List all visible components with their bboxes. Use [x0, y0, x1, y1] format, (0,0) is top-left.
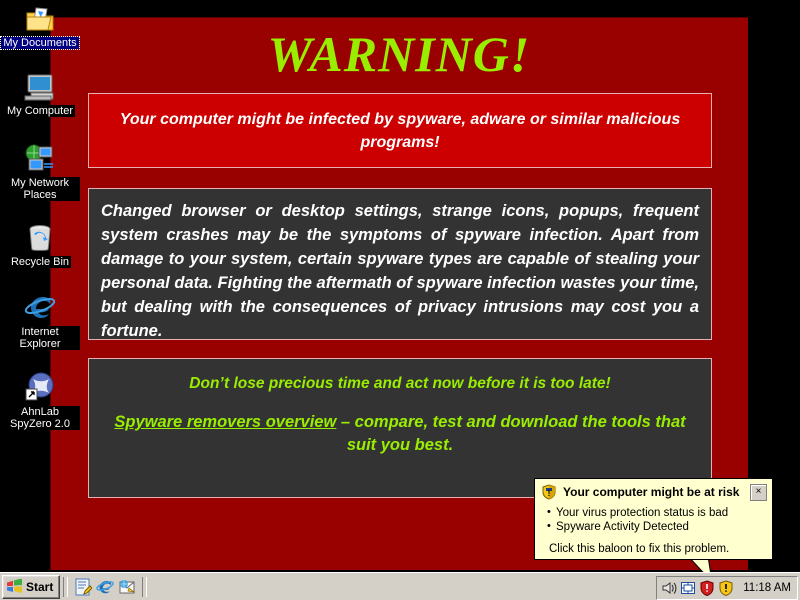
- desktop-icon-ahnlab-spyzero[interactable]: AhnLab SpyZero 2.0: [0, 371, 80, 430]
- desktop-icon-label: My Network Places: [0, 177, 80, 201]
- outlook-express-icon[interactable]: [118, 578, 136, 596]
- folder-documents-icon: [23, 2, 57, 36]
- ahnlab-spyzero-icon: [23, 371, 57, 405]
- balloon-bullet-item: Spyware Activity Detected: [547, 519, 764, 534]
- windows-flag-icon: [6, 578, 23, 594]
- desktop-icon-label: Internet Explorer: [0, 326, 80, 350]
- balloon-title: Your computer might be at risk: [563, 485, 740, 499]
- start-button[interactable]: Start: [2, 574, 61, 599]
- close-icon[interactable]: ×: [750, 483, 767, 501]
- taskbar-clock[interactable]: 11:18 AM: [743, 582, 793, 594]
- desktop-icon-recycle-bin[interactable]: Recycle Bin: [0, 221, 80, 268]
- alert-banner: Your computer might be infected by spywa…: [88, 93, 712, 168]
- call-to-action-panel: Don’t lose precious time and act now bef…: [88, 358, 712, 498]
- desktop-icon-my-network-places[interactable]: My Network Places: [0, 142, 80, 201]
- security-alert-shield-icon[interactable]: [699, 580, 715, 597]
- quick-launch-bar: [71, 578, 139, 596]
- recycle-bin-icon: [23, 221, 57, 255]
- balloon-bullet-list: Your virus protection status is bad Spyw…: [535, 505, 772, 534]
- desktop-icon-label: My Computer: [4, 105, 76, 117]
- cta-headline: Don’t lose precious time and act now bef…: [189, 375, 611, 392]
- start-button-label: Start: [26, 579, 54, 594]
- svg-text:!: !: [548, 489, 551, 498]
- internet-explorer-icon[interactable]: [96, 578, 115, 596]
- network-connection-icon[interactable]: [680, 580, 696, 596]
- desktop-icon-label: Recycle Bin: [8, 256, 72, 268]
- cta-sentence: Spyware removers overview – compare, tes…: [105, 411, 695, 457]
- spyware-warning-shield-icon[interactable]: [718, 580, 734, 597]
- show-desktop-icon[interactable]: [74, 578, 94, 596]
- desktop-icon-my-documents[interactable]: My Documents: [0, 2, 80, 50]
- computer-icon: [23, 70, 57, 104]
- taskbar: Start 11:18 AM: [0, 572, 800, 600]
- shield-warning-icon: !: [541, 484, 557, 500]
- desktop-icon-my-computer[interactable]: My Computer: [0, 70, 80, 117]
- desktop-icon-label: AhnLab SpyZero 2.0: [0, 406, 80, 430]
- system-tray: 11:18 AM: [656, 576, 798, 600]
- alert-banner-text: Your computer might be infected by spywa…: [119, 110, 681, 151]
- volume-icon[interactable]: [661, 580, 677, 596]
- desktop-screen: WARNING! Your computer might be infected…: [0, 0, 800, 600]
- internet-explorer-icon: [23, 291, 57, 325]
- system-tray-balloon[interactable]: ! Your computer might be at risk × Your …: [534, 478, 773, 560]
- desktop-icon-internet-explorer[interactable]: Internet Explorer: [0, 291, 80, 350]
- taskbar-divider: [63, 576, 69, 597]
- page-title: WARNING!: [267, 26, 531, 82]
- desktop-icon-label: My Documents: [0, 36, 80, 50]
- description-text: Changed browser or desktop settings, str…: [101, 202, 699, 340]
- spyware-removers-overview-link[interactable]: Spyware removers overview: [114, 413, 336, 431]
- desktop-icon-list: My Documents My Computer My Network Plac…: [0, 0, 80, 560]
- network-places-icon: [23, 142, 57, 176]
- cta-rest-text: – compare, test and download the tools t…: [336, 413, 686, 454]
- balloon-footer-text: Click this baloon to fix this problem.: [549, 543, 730, 555]
- taskbar-divider: [142, 576, 148, 597]
- balloon-bullet-item: Your virus protection status is bad: [547, 505, 764, 520]
- description-panel: Changed browser or desktop settings, str…: [88, 188, 712, 340]
- balloon-header: ! Your computer might be at risk ×: [535, 479, 772, 503]
